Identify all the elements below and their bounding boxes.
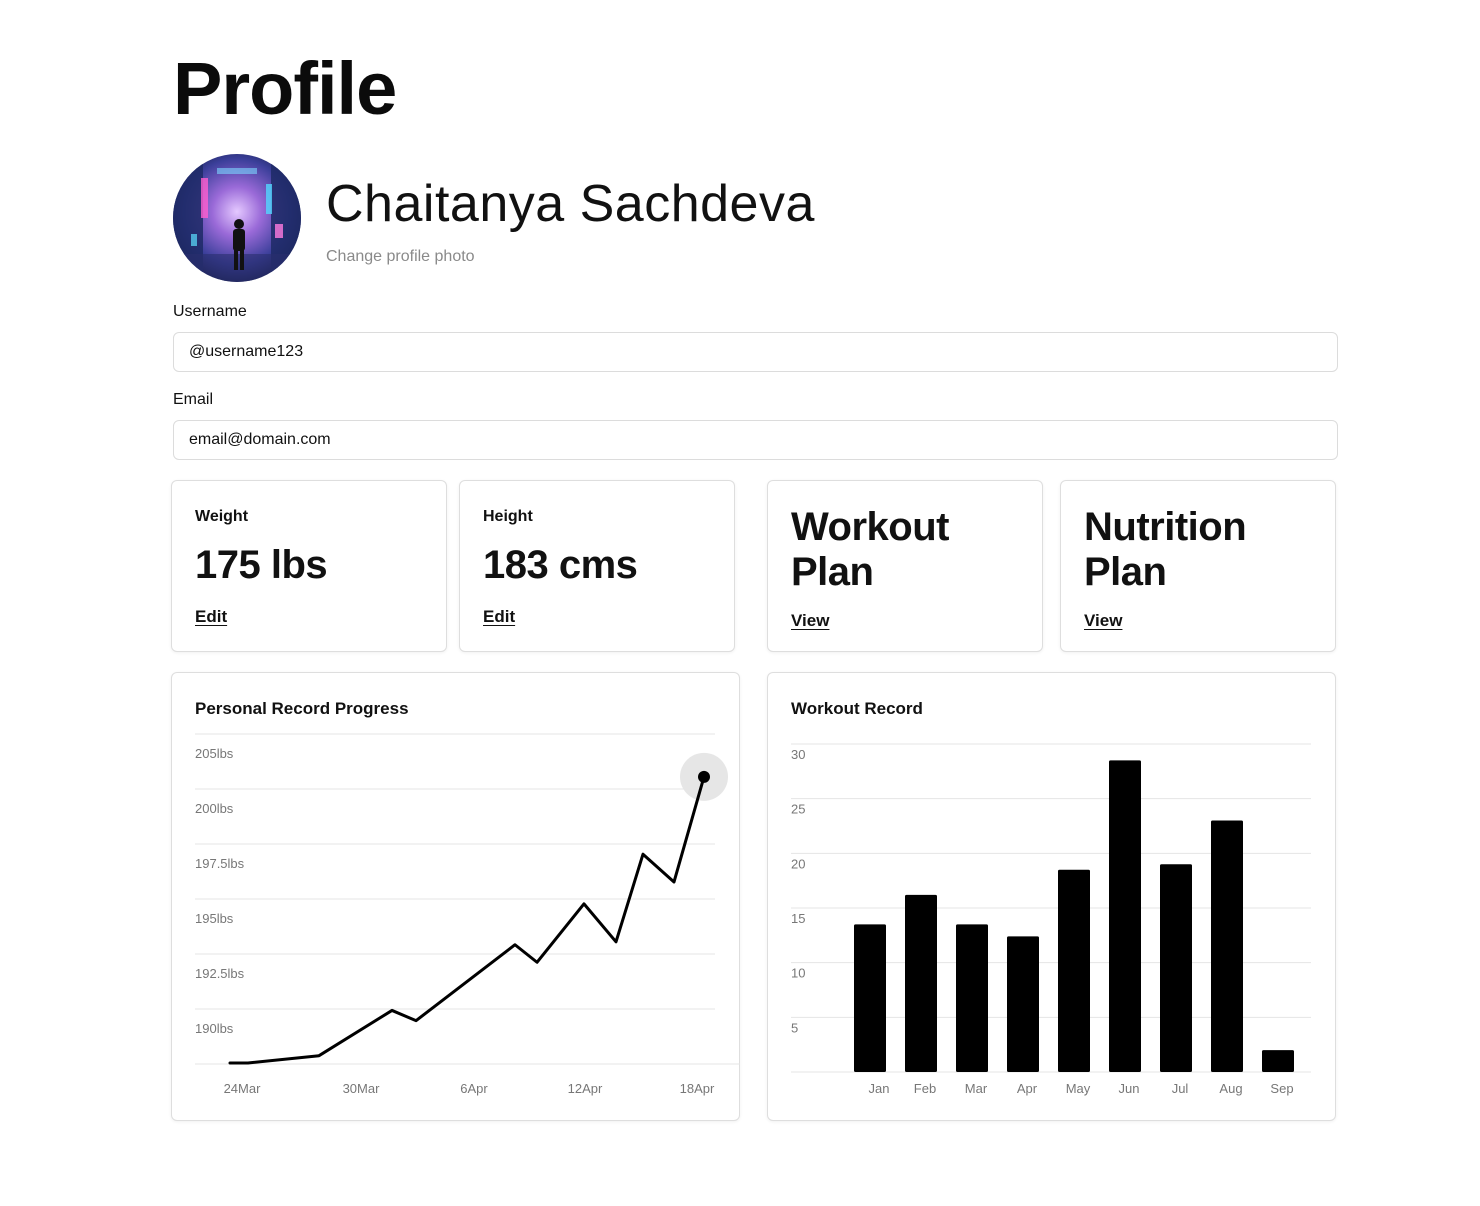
change-profile-photo-link[interactable]: Change profile photo — [326, 248, 475, 266]
line-chart-x-tick-label: 12Apr — [568, 1081, 603, 1096]
bar-chart-x-tick-label: Jan — [869, 1081, 890, 1096]
bar-chart-x-tick-label: Apr — [1017, 1081, 1038, 1096]
weight-card: Weight 175 lbs Edit — [171, 480, 447, 652]
weight-value: 175 lbs — [195, 543, 328, 587]
line-chart-y-tick-label: 197.5lbs — [195, 856, 245, 871]
bar-chart-bar — [854, 924, 886, 1072]
workout-plan-title-line2: Plan — [791, 550, 874, 594]
line-chart-series — [228, 775, 706, 1065]
line-chart-y-tick-label: 192.5lbs — [195, 966, 245, 981]
bar-chart-x-tick-label: Feb — [914, 1081, 936, 1096]
line-chart-y-tick-label: 200lbs — [195, 801, 234, 816]
bar-chart-y-tick-label: 5 — [791, 1020, 798, 1035]
bar-chart-x-tick-label: Aug — [1219, 1081, 1242, 1096]
bar-chart-bar — [1211, 820, 1243, 1072]
bar-chart-bar — [905, 894, 937, 1072]
bar-chart-y-tick-label: 15 — [791, 911, 805, 926]
nutrition-plan-title-line2: Plan — [1084, 550, 1167, 594]
line-chart-x-tick-label: 18Apr — [680, 1081, 715, 1096]
line-chart-y-tick-label: 205lbs — [195, 746, 234, 761]
bar-chart-bar — [1262, 1050, 1294, 1072]
page-title: Profile — [173, 47, 397, 130]
username-input[interactable] — [173, 332, 1338, 372]
line-chart-x-tick-label: 24Mar — [224, 1081, 262, 1096]
workout-record-bar-chart: 5 10 15 20 25 30 Jan Feb Mar Apr May Jun Jul Aug Sep — [791, 743, 1311, 1096]
edit-weight-link[interactable]: Edit — [195, 607, 227, 627]
view-workout-plan-link[interactable]: View — [791, 611, 829, 631]
workout-plan-card[interactable]: Workout Plan View — [767, 480, 1043, 652]
avatar-image — [173, 154, 301, 282]
bar-chart-x-tick-label: May — [1066, 1081, 1091, 1096]
height-label: Height — [483, 508, 533, 525]
line-chart-y-tick-label: 190lbs — [195, 1021, 234, 1036]
bar-chart-y-tick-label: 10 — [791, 966, 805, 981]
view-nutrition-plan-link[interactable]: View — [1084, 611, 1122, 631]
bar-chart-bar — [1007, 936, 1039, 1072]
height-card: Height 183 cms Edit — [459, 480, 735, 652]
weight-label: Weight — [195, 508, 249, 525]
bar-chart-x-tick-label: Jul — [1172, 1081, 1189, 1096]
bar-chart-x-tick-label: Mar — [965, 1081, 988, 1096]
bar-chart-x-tick-label: Sep — [1270, 1081, 1293, 1096]
workout-plan-title: Workout Plan — [791, 505, 949, 595]
bar-chart-bar — [1058, 869, 1090, 1072]
bar-chart-y-tick-label: 20 — [791, 856, 805, 871]
bar-chart-y-tick-label: 25 — [791, 802, 805, 817]
nutrition-plan-card[interactable]: Nutrition Plan View — [1060, 480, 1336, 652]
profile-name: Chaitanya Sachdeva — [326, 175, 815, 233]
line-chart-y-tick-label: 195lbs — [195, 911, 234, 926]
height-value: 183 cms — [483, 543, 638, 587]
personal-record-card: Personal Record Progress 205lbs 200lbs 197… — [171, 672, 740, 1121]
bar-chart-bar — [956, 924, 988, 1072]
bar-chart-y-tick-label: 30 — [791, 747, 805, 762]
nutrition-plan-title-line1: Nutrition — [1084, 505, 1247, 549]
email-input[interactable] — [173, 420, 1338, 460]
bar-chart-bar — [1109, 760, 1141, 1072]
line-chart-x-tick-label: 30Mar — [343, 1081, 381, 1096]
workout-record-card: Workout Record 5 10 15 20 25 30 Jan Feb Mar Apr Ma… — [767, 672, 1336, 1121]
username-label: Username — [173, 303, 247, 320]
workout-plan-title-line1: Workout — [791, 505, 949, 549]
email-label: Email — [173, 391, 214, 408]
bar-chart-x-tick-label: Jun — [1119, 1081, 1140, 1096]
bar-chart-bar — [1160, 864, 1192, 1072]
avatar[interactable] — [173, 154, 301, 282]
personal-record-line-chart: 205lbs 200lbs 197.5lbs 195lbs 192.5lbs 190lbs… — [195, 733, 740, 1096]
edit-height-link[interactable]: Edit — [483, 607, 515, 627]
line-chart-x-tick-label: 6Apr — [460, 1081, 488, 1096]
nutrition-plan-title: Nutrition Plan — [1084, 505, 1247, 595]
